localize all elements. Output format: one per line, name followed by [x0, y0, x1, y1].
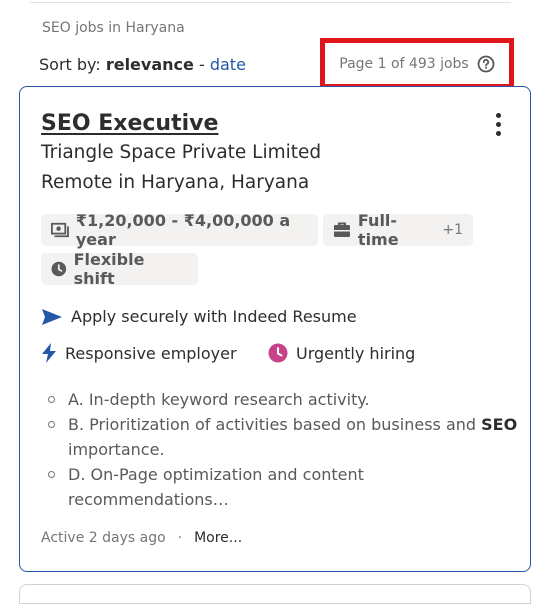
responsive-text: Responsive employer	[65, 343, 237, 363]
sort-bar: Sort by: relevance - date	[39, 55, 246, 74]
snippet-item: D. On-Page optimization and content reco…	[48, 462, 518, 512]
job-location: Remote in Haryana, Haryana	[41, 172, 310, 193]
apply-text: Apply securely with Indeed Resume	[71, 307, 357, 326]
responsive-info: Responsive employer	[41, 343, 237, 363]
page-count: Page 1 of 493 jobs	[339, 55, 469, 72]
help-icon[interactable]	[477, 55, 495, 73]
send-icon	[42, 308, 62, 325]
urgent-clock-icon	[268, 343, 288, 363]
snippet-item: A. In-depth keyword research activity.	[48, 387, 518, 412]
breadcrumb: SEO jobs in Haryana	[42, 20, 185, 36]
job-title-link[interactable]: SEO Executive	[41, 111, 218, 136]
card-footer: Active 2 days ago · More...	[41, 530, 242, 546]
footer-separator: ·	[177, 530, 183, 546]
shift-text: Flexible shift	[73, 250, 145, 288]
sort-separator: -	[198, 55, 205, 74]
top-divider	[30, 2, 511, 3]
more-options-icon[interactable]	[494, 113, 502, 139]
job-snippet: A. In-depth keyword research activity. B…	[48, 387, 518, 512]
shift-chip: Flexible shift	[41, 250, 198, 288]
urgent-text: Urgently hiring	[296, 343, 416, 363]
next-job-card[interactable]	[19, 584, 531, 604]
more-link[interactable]: More...	[194, 530, 242, 546]
urgent-info: Urgently hiring	[268, 343, 415, 363]
clock-icon	[51, 261, 67, 277]
sort-date-link[interactable]: date	[210, 55, 246, 74]
page-count-highlight: Page 1 of 493 jobs	[320, 38, 514, 89]
job-type-extra: +1	[442, 222, 463, 238]
briefcase-icon	[333, 222, 350, 237]
job-type-chip: Full-time +1	[323, 211, 473, 249]
job-card[interactable]: SEO Executive Triangle Space Private Lim…	[19, 86, 531, 572]
money-icon	[51, 222, 69, 238]
salary-chip: ₹1,20,000 - ₹4,00,000 a year	[41, 211, 318, 249]
company-name: Triangle Space Private Limited	[41, 142, 322, 163]
apply-info: Apply securely with Indeed Resume	[41, 307, 357, 326]
snippet-item: B. Prioritization of activities based on…	[48, 412, 518, 462]
lightning-icon	[42, 343, 56, 363]
sort-relevance: relevance	[105, 55, 194, 74]
sort-label: Sort by:	[39, 55, 101, 74]
posted-date: Active 2 days ago	[41, 530, 166, 546]
salary-text: ₹1,20,000 - ₹4,00,000 a year	[75, 211, 291, 249]
job-type-text: Full-time	[357, 211, 399, 249]
